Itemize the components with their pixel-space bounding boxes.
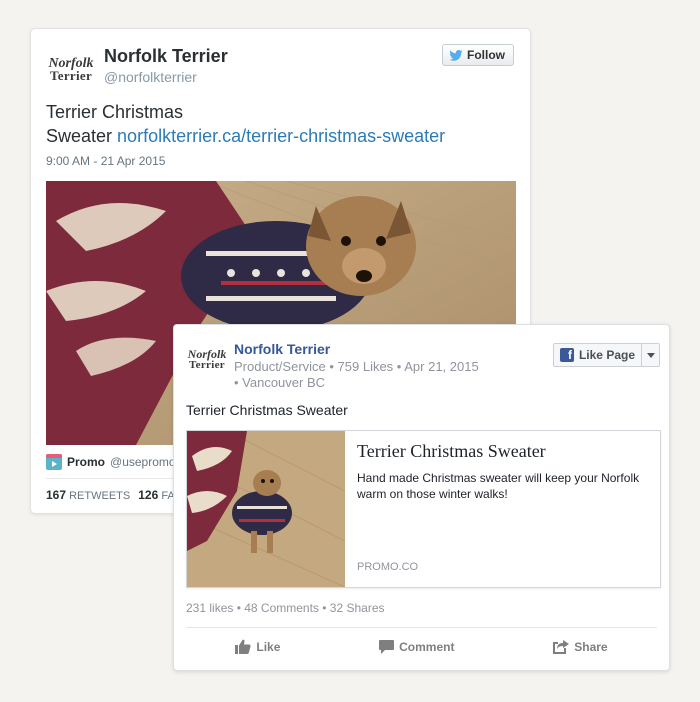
retweets-stat[interactable]: 167 RETWEETS [46,488,130,502]
like-page-button[interactable]: f Like Page [552,343,660,367]
chevron-down-icon [646,352,655,358]
link-preview[interactable]: Terrier Christmas Sweater Hand made Chri… [186,430,661,588]
logo-line2: Terrier [49,68,93,83]
page-meta: Product/Service • 759 Likes • Apr 21, 20… [234,359,504,391]
like-label: Like [256,639,281,654]
dog-thumbnail-image [187,431,345,587]
comment-label: Comment [399,639,455,654]
post-stats[interactable]: 231 likes • 48 Comments • 32 Shares [186,601,385,615]
tweet-timestamp[interactable]: 9:00 AM - 21 Apr 2015 [46,154,165,168]
logo-line2: Terrier [189,359,225,371]
account-handle[interactable]: @norfolkterrier [104,69,197,85]
link-preview-title[interactable]: Terrier Christmas Sweater [357,441,648,462]
like-button[interactable]: Like [235,639,280,654]
post-actions: Like Comment Share [186,639,657,654]
comment-button[interactable]: Comment [379,639,454,654]
link-preview-image[interactable] [187,431,345,587]
promo-handle: @usepromo [110,455,176,469]
twitter-bird-icon [449,49,463,61]
link-preview-body[interactable]: Terrier Christmas Sweater Hand made Chri… [345,431,660,587]
page-meta-line2: • Vancouver BC [234,375,326,390]
facebook-card: Norfolk Terrier Norfolk Terrier Product/… [173,324,670,671]
follow-button[interactable]: Follow [442,44,514,66]
tweet-stats: 167 RETWEETS 126 FAVO [46,488,190,502]
page-name[interactable]: Norfolk Terrier [234,341,330,357]
page-meta-line1: Product/Service • 759 Likes • Apr 21, 20… [234,359,479,374]
follow-label: Follow [467,48,505,62]
promo-attribution[interactable]: Promo @usepromo [46,454,176,470]
link-preview-domain: PROMO.CO [357,561,419,573]
thumbs-up-icon [235,639,251,654]
like-page-dropdown[interactable] [641,344,659,366]
share-label: Share [574,639,608,654]
comment-icon [379,639,395,654]
favorites-count: 126 [138,488,159,502]
norfolk-terrier-logo[interactable]: Norfolk Terrier [46,57,96,83]
promo-app-icon [46,454,62,470]
promo-brand: Promo [67,455,106,469]
like-page-label: Like Page [578,348,635,362]
tweet-text: Terrier Christmas Sweater norfolkterrier… [46,100,516,148]
link-preview-description: Hand made Christmas sweater will keep yo… [357,471,640,501]
account-name[interactable]: Norfolk Terrier [104,46,228,67]
tweet-text-line2-prefix: Sweater [46,126,118,146]
post-text: Terrier Christmas Sweater [186,402,348,418]
retweets-count: 167 [46,488,67,502]
share-button[interactable]: Share [553,639,608,654]
facebook-f-icon: f [559,348,574,362]
share-icon [553,639,570,654]
tweet-link[interactable]: norfolkterrier.ca/terrier-christmas-swea… [117,126,445,146]
tweet-text-line1: Terrier Christmas [46,102,184,122]
retweets-label: RETWEETS [69,490,131,502]
divider [186,627,657,628]
norfolk-terrier-logo[interactable]: Norfolk Terrier [186,348,228,371]
like-page-main[interactable]: f Like Page [554,344,641,366]
